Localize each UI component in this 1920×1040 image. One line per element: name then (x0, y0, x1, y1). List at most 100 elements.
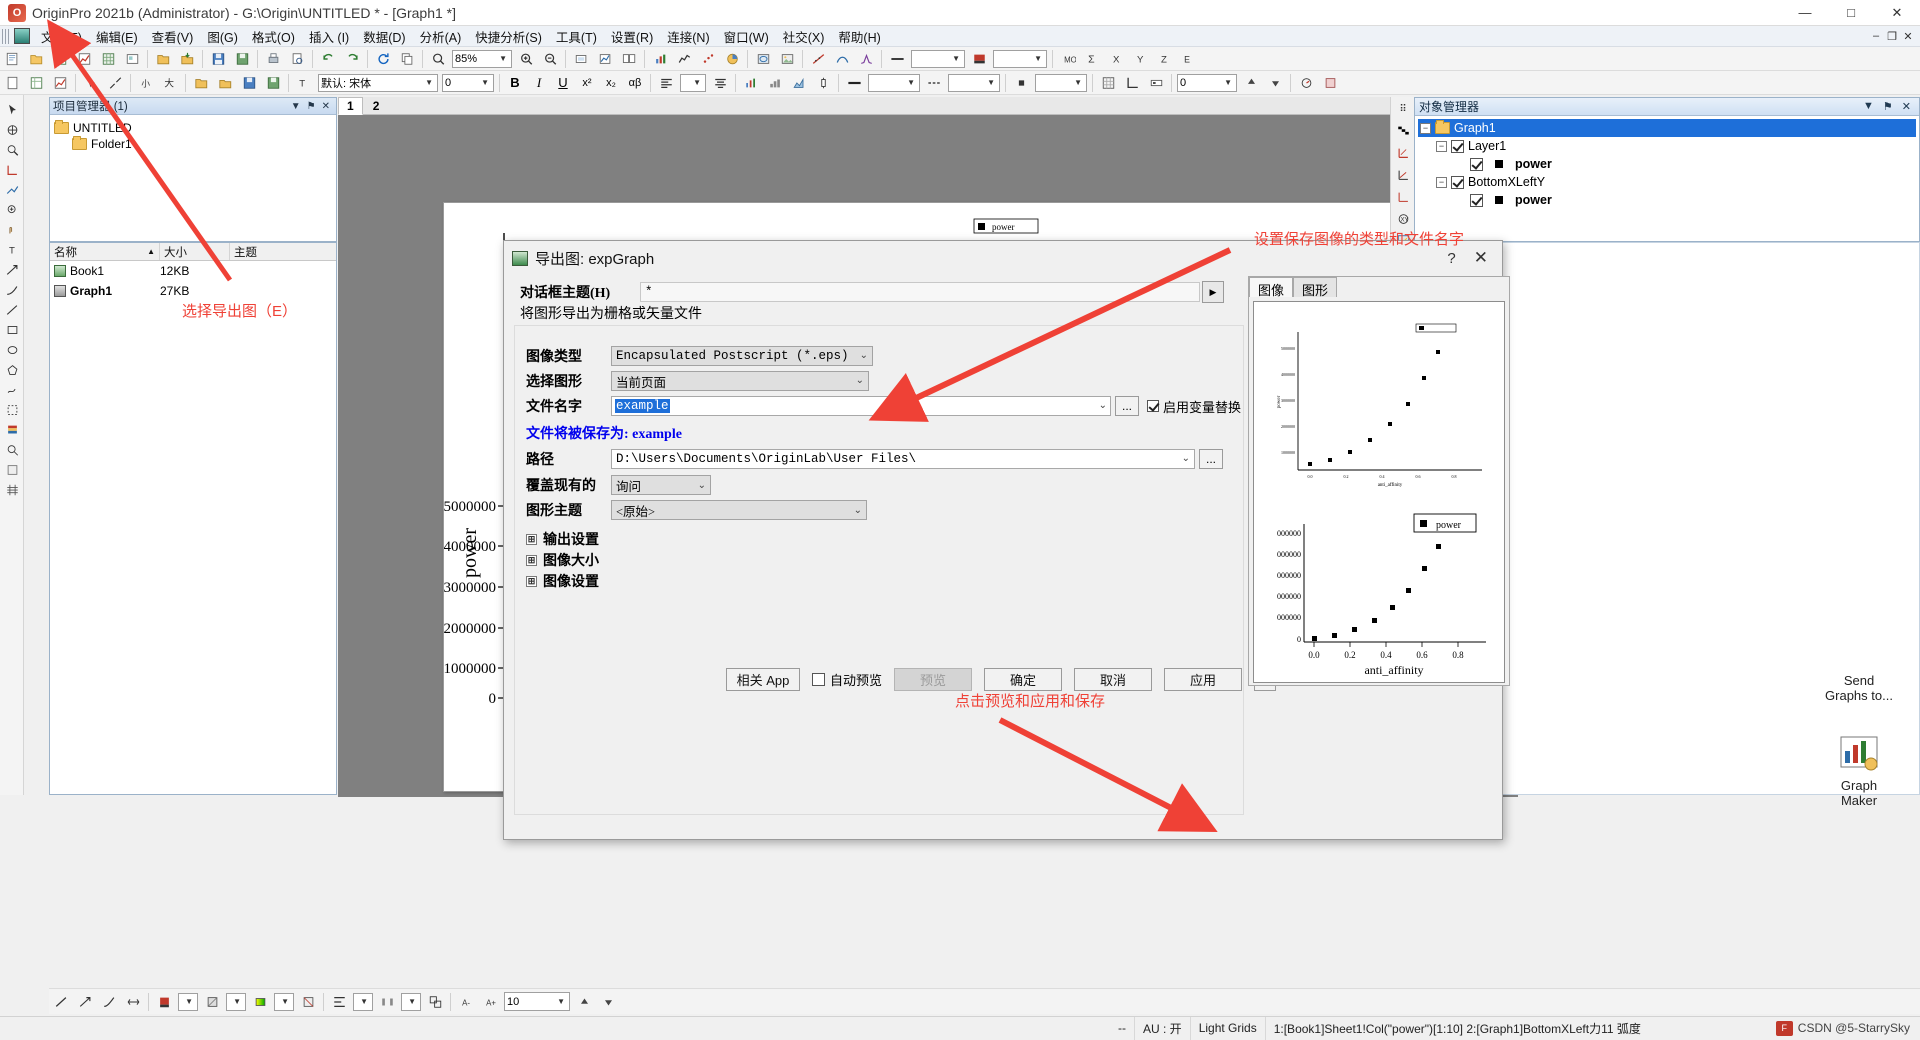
bottom-size-combo[interactable]: 10 ▼ (504, 992, 570, 1011)
collapse-expander-icon[interactable]: − (1420, 122, 1431, 134)
checker-pattern-icon[interactable] (1393, 121, 1413, 141)
object-node-power-axis[interactable]: power (1418, 191, 1916, 209)
menu-item-tools[interactable]: 工具(T) (549, 25, 604, 48)
add-plot-icon[interactable] (594, 48, 616, 69)
menu-item-quick-analysis[interactable]: 快捷分析(S) (468, 25, 549, 48)
drag-handle-icon[interactable]: ⠿ (1393, 99, 1413, 119)
line-draw-icon[interactable] (2, 300, 22, 319)
close-icon[interactable]: ✕ (322, 101, 330, 112)
help-icon[interactable]: ? (1435, 250, 1467, 267)
align-objects-combo[interactable]: ▼ (353, 992, 373, 1011)
object-node-bottomxlefty[interactable]: − BottomXLeftY (1418, 173, 1916, 191)
axis-swap-icon[interactable] (1393, 165, 1413, 185)
font-size-up-icon[interactable]: A+ (479, 992, 501, 1012)
mdi-close-button[interactable]: ✕ (1900, 28, 1916, 44)
fill-color-bt-icon[interactable] (153, 992, 175, 1012)
open-icon[interactable] (152, 48, 174, 69)
histogram-icon[interactable] (764, 72, 786, 93)
line-style-combo[interactable]: ▼ (911, 49, 965, 68)
path-browse-button[interactable]: ... (1199, 449, 1223, 469)
data-reader-icon[interactable] (2, 140, 22, 159)
fill-color-combo[interactable]: ▼ (178, 992, 198, 1011)
axis-visibility-checkbox[interactable] (1451, 175, 1464, 189)
fit-linear-icon[interactable] (807, 48, 829, 69)
pointer-tool-icon[interactable] (2, 100, 22, 119)
region-tool-icon[interactable] (2, 400, 22, 419)
layer-visibility-checkbox[interactable] (1451, 139, 1464, 153)
zoom-out-icon[interactable] (539, 48, 561, 69)
close-icon[interactable]: ✕ (1902, 100, 1911, 113)
small-A-icon[interactable]: 小 (135, 72, 157, 93)
greek-button[interactable]: αβ (624, 72, 646, 93)
axis-toggle-icon[interactable] (1121, 72, 1143, 93)
close-button[interactable]: ✕ (1874, 0, 1920, 26)
grid-tool-icon[interactable] (2, 480, 22, 499)
magnify-region-icon[interactable] (2, 440, 22, 459)
pin-icon[interactable]: ⚑ (307, 101, 316, 112)
transparency-bt-icon[interactable] (297, 992, 319, 1012)
log-axis-icon[interactable] (1393, 187, 1413, 207)
dialog-close-icon[interactable]: ✕ (1468, 248, 1494, 268)
import-icon[interactable] (176, 48, 198, 69)
refresh-icon[interactable] (372, 48, 394, 69)
menu-item-connectivity[interactable]: 连接(N) (660, 25, 716, 48)
mdi-minimize-button[interactable]: – (1868, 28, 1884, 44)
status-theme[interactable]: Light Grids (1191, 1016, 1266, 1040)
y-icon[interactable]: Y (1129, 48, 1151, 69)
decrease-icon[interactable] (1264, 72, 1286, 93)
origin-menu-icon[interactable] (14, 28, 30, 44)
workspace-tab-2[interactable]: 2 (365, 98, 388, 114)
pattern-combo[interactable]: ▼ (226, 992, 246, 1011)
related-app-button[interactable]: 相关 App (726, 668, 800, 691)
align-center-icon[interactable] (709, 72, 731, 93)
mdi-restore-button[interactable]: ❐ (1884, 28, 1900, 44)
arrow-bt-icon[interactable] (74, 992, 96, 1012)
save-as-icon[interactable] (262, 72, 284, 93)
column-header-name[interactable]: 名称 ▲ (50, 243, 160, 260)
group-bt-icon[interactable] (424, 992, 446, 1012)
line-style-icon[interactable] (886, 48, 908, 69)
line-style-bt-icon[interactable] (50, 992, 72, 1012)
font-size-down-icon[interactable]: A- (455, 992, 477, 1012)
menu-item-insert[interactable]: 插入 (I) (302, 25, 356, 48)
print-icon[interactable] (262, 48, 284, 69)
text-tool2-icon[interactable]: T (2, 240, 22, 259)
undo-icon[interactable] (317, 48, 339, 69)
preview-button[interactable]: 预览 (894, 668, 973, 691)
worksheet-icon[interactable] (25, 72, 47, 93)
image-type-select[interactable]: Encapsulated Postscript (*.eps) ⌄ (611, 346, 873, 366)
dash-combo[interactable]: ▼ (948, 73, 1000, 92)
select-graph-select[interactable]: 当前页面 ⌄ (611, 371, 869, 391)
menu-item-preferences[interactable]: 设置(R) (604, 25, 660, 48)
save-icon[interactable] (207, 48, 229, 69)
ok-button[interactable]: 确定 (984, 668, 1063, 691)
legend-toggle-icon[interactable] (1145, 72, 1167, 93)
workspace-tab-1[interactable]: 1 (338, 96, 363, 115)
x-icon[interactable]: X (1105, 48, 1127, 69)
rect-draw-icon[interactable] (2, 320, 22, 339)
variable-substitution-checkbox-wrap[interactable]: 启用变量替换 (1147, 397, 1241, 416)
column-header-size[interactable]: 大小 (160, 243, 230, 260)
menu-item-window[interactable]: 窗口(W) (717, 25, 776, 48)
arrow-draw-icon[interactable] (2, 260, 22, 279)
area-chart-icon[interactable] (788, 72, 810, 93)
image-plot-icon[interactable] (776, 48, 798, 69)
symbol-combo[interactable]: ▼ (1035, 73, 1087, 92)
redo-icon[interactable] (341, 48, 363, 69)
object-node-layer1[interactable]: − Layer1 (1418, 137, 1916, 155)
curve-bt-icon[interactable] (98, 992, 120, 1012)
new-project-icon[interactable] (1, 48, 23, 69)
new-matrix-icon[interactable] (97, 48, 119, 69)
line-chart-icon[interactable] (673, 48, 695, 69)
xy-exchange-icon[interactable]: XY (1393, 209, 1413, 229)
new-folder-icon[interactable] (25, 48, 47, 69)
section-output-settings[interactable]: ⊞ 输出设置 (526, 529, 599, 549)
underline-button[interactable]: U (552, 72, 574, 93)
duplicate-icon[interactable] (396, 48, 418, 69)
distribute-bt-icon[interactable] (376, 992, 398, 1012)
dialog-theme-input[interactable]: * (640, 282, 1200, 302)
distribute-combo[interactable]: ▼ (401, 992, 421, 1011)
layer-management-icon[interactable] (570, 48, 592, 69)
overwrite-select[interactable]: 询问 ⌄ (611, 475, 711, 495)
menu-item-file[interactable]: 文件(F) (34, 25, 89, 48)
